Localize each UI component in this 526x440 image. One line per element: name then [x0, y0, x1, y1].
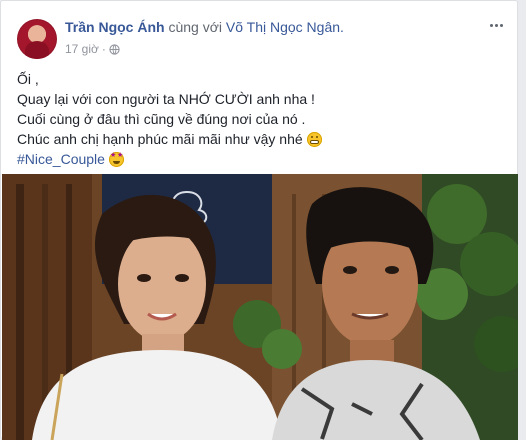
photo-illustration — [2, 174, 518, 440]
tagged-user-link[interactable]: Võ Thị Ngọc Ngân. — [226, 19, 344, 35]
post-text-line: Chúc anh chị hạnh phúc mãi mãi như vậy n… — [17, 129, 507, 149]
grimacing-face-icon — [306, 132, 322, 147]
author-name-link[interactable]: Trần Ngọc Ánh — [65, 19, 165, 35]
globe-icon[interactable] — [109, 43, 120, 55]
post-meta: 17 giờ · — [65, 42, 120, 56]
post-text-line: Ối , — [17, 71, 39, 87]
post-text-line: #Nice_Couple — [17, 149, 507, 169]
post-timestamp[interactable]: 17 giờ — [65, 42, 99, 56]
more-options-icon[interactable] — [485, 17, 507, 33]
post-text: Ối , Quay lại với con người ta NHỚ CƯỜI … — [17, 69, 507, 169]
with-text: cùng với — [168, 19, 222, 35]
post-photo[interactable] — [2, 174, 518, 440]
post-text-line: Quay lại với con người ta NHỚ CƯỜI anh n… — [17, 91, 315, 107]
post-card: Trần Ngọc Ánh cùng với Võ Thị Ngọc Ngân.… — [0, 0, 518, 440]
post-header-line: Trần Ngọc Ánh cùng với Võ Thị Ngọc Ngân. — [65, 19, 344, 35]
post-header: Trần Ngọc Ánh cùng với Võ Thị Ngọc Ngân.… — [17, 13, 507, 59]
hashtag-link[interactable]: #Nice_Couple — [17, 151, 105, 167]
post-text-line: Cuối cùng ở đâu thì cũng về đúng nơi của… — [17, 111, 306, 127]
author-avatar[interactable] — [17, 19, 57, 59]
star-struck-icon — [108, 152, 124, 167]
